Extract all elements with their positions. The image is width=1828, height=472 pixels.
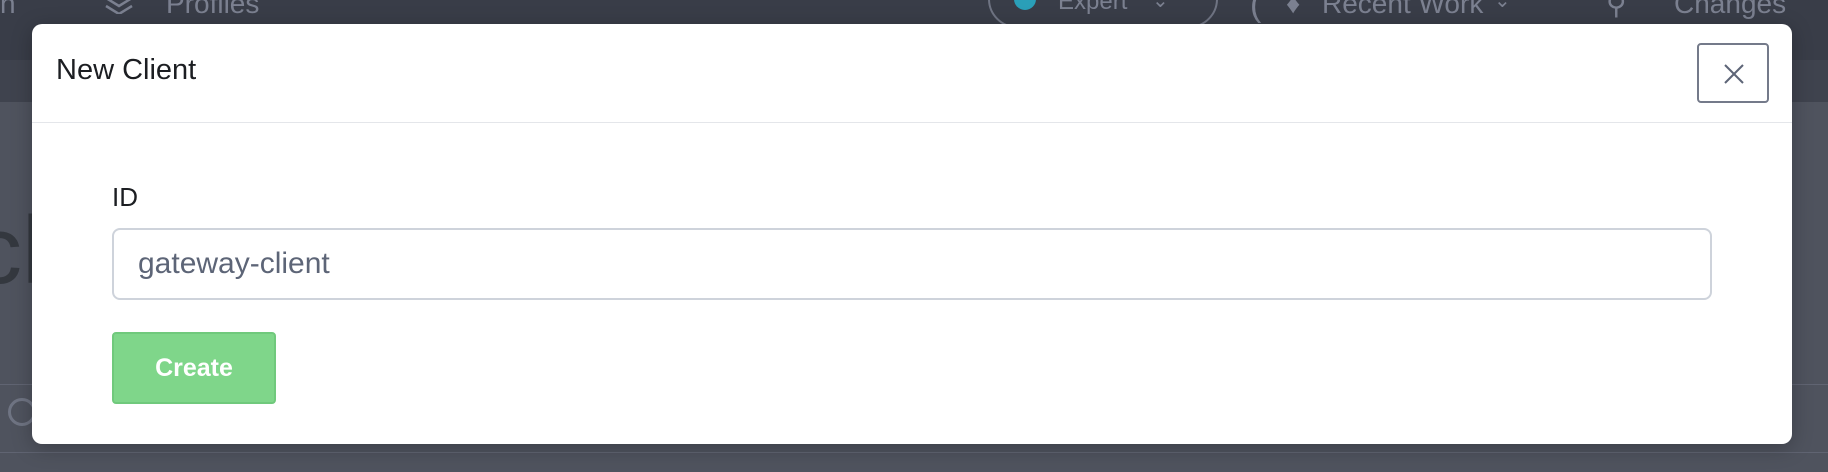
recent-work-icon: ♦ — [1286, 0, 1301, 19]
modal-header: New Client — [32, 24, 1792, 123]
expert-mode-label: Expert — [1058, 0, 1128, 15]
changes-menu[interactable]: Changes — [1674, 0, 1786, 20]
layers-icon — [105, 0, 133, 14]
nav-item-profiles[interactable]: Profiles — [166, 0, 259, 20]
id-field-label: ID — [112, 182, 138, 212]
chevron-down-icon: ⌄ — [1494, 0, 1511, 12]
modal-body: ID Create — [32, 124, 1792, 444]
recent-work-paren: ( — [1250, 0, 1262, 24]
changes-icon: ⚲ — [1606, 0, 1627, 20]
id-input[interactable] — [112, 228, 1712, 300]
nav-item-fragment[interactable]: n — [0, 0, 16, 20]
close-button[interactable] — [1697, 43, 1769, 103]
recent-work-menu[interactable]: Recent Work — [1322, 0, 1483, 20]
chevron-down-icon: ⌄ — [1152, 0, 1169, 12]
create-button[interactable]: Create — [112, 332, 276, 404]
modal-title: New Client — [56, 54, 197, 86]
divider — [0, 452, 1828, 453]
new-client-modal: New Client ID Create — [32, 24, 1792, 444]
close-icon — [1724, 64, 1744, 84]
